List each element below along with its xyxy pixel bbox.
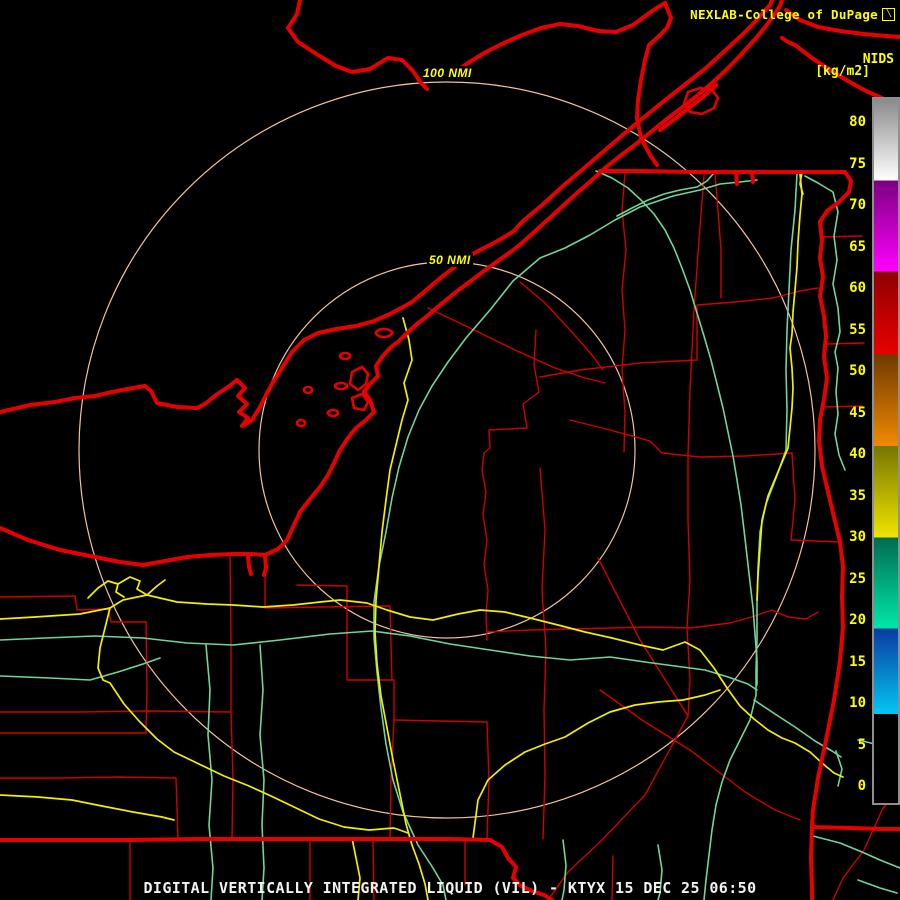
state-water-boundaries	[0, 0, 900, 900]
colorbar-tick-25: 25	[849, 570, 866, 587]
range-ring-label-50nmi: 50 NMI	[427, 253, 473, 267]
colorbar-tick-30: 30	[849, 529, 866, 545]
colorbar-tick-15: 15	[849, 653, 866, 670]
colorbar-tick-80: 80	[849, 114, 866, 130]
college-of-dupage-logo-icon: ╲	[882, 8, 895, 21]
colorbar-tick-20: 20	[849, 612, 866, 628]
radar-display: NEXLAB-College of DuPage ╲ NIDS [kg/m2] …	[0, 0, 900, 900]
yellow-roads	[0, 171, 844, 900]
range-ring-label-100nmi: 100 NMI	[421, 66, 474, 80]
product-caption: DIGITAL VERTICALLY INTEGRATED LIQUID (VI…	[143, 879, 757, 897]
colorbar	[872, 97, 900, 805]
colorbar-tick-55: 55	[849, 321, 866, 338]
colorbar-tick-70: 70	[849, 197, 866, 213]
colorbar-tick-35: 35	[849, 487, 866, 504]
radar-map	[0, 0, 900, 900]
colorbar-tick-50: 50	[849, 363, 866, 379]
colorbar-tick-40: 40	[849, 446, 866, 462]
colorbar-tick-65: 65	[849, 238, 866, 255]
site-title: NEXLAB-College of DuPage	[690, 7, 878, 22]
colorbar-tick-0: 0	[857, 778, 866, 794]
range-ring-circles	[78, 81, 816, 819]
county-boundaries	[0, 173, 900, 900]
green-routes	[0, 170, 900, 900]
header: NEXLAB-College of DuPage ╲	[690, 7, 895, 22]
colorbar-tick-10: 10	[849, 695, 866, 711]
colorbar-tick-60: 60	[849, 280, 866, 296]
units-label: [kg/m2]	[815, 64, 870, 79]
colorbar-tick-45: 45	[849, 404, 866, 421]
colorbar-gradient	[874, 99, 898, 803]
colorbar-tick-5: 5	[857, 736, 866, 753]
colorbar-tick-75: 75	[849, 155, 866, 172]
